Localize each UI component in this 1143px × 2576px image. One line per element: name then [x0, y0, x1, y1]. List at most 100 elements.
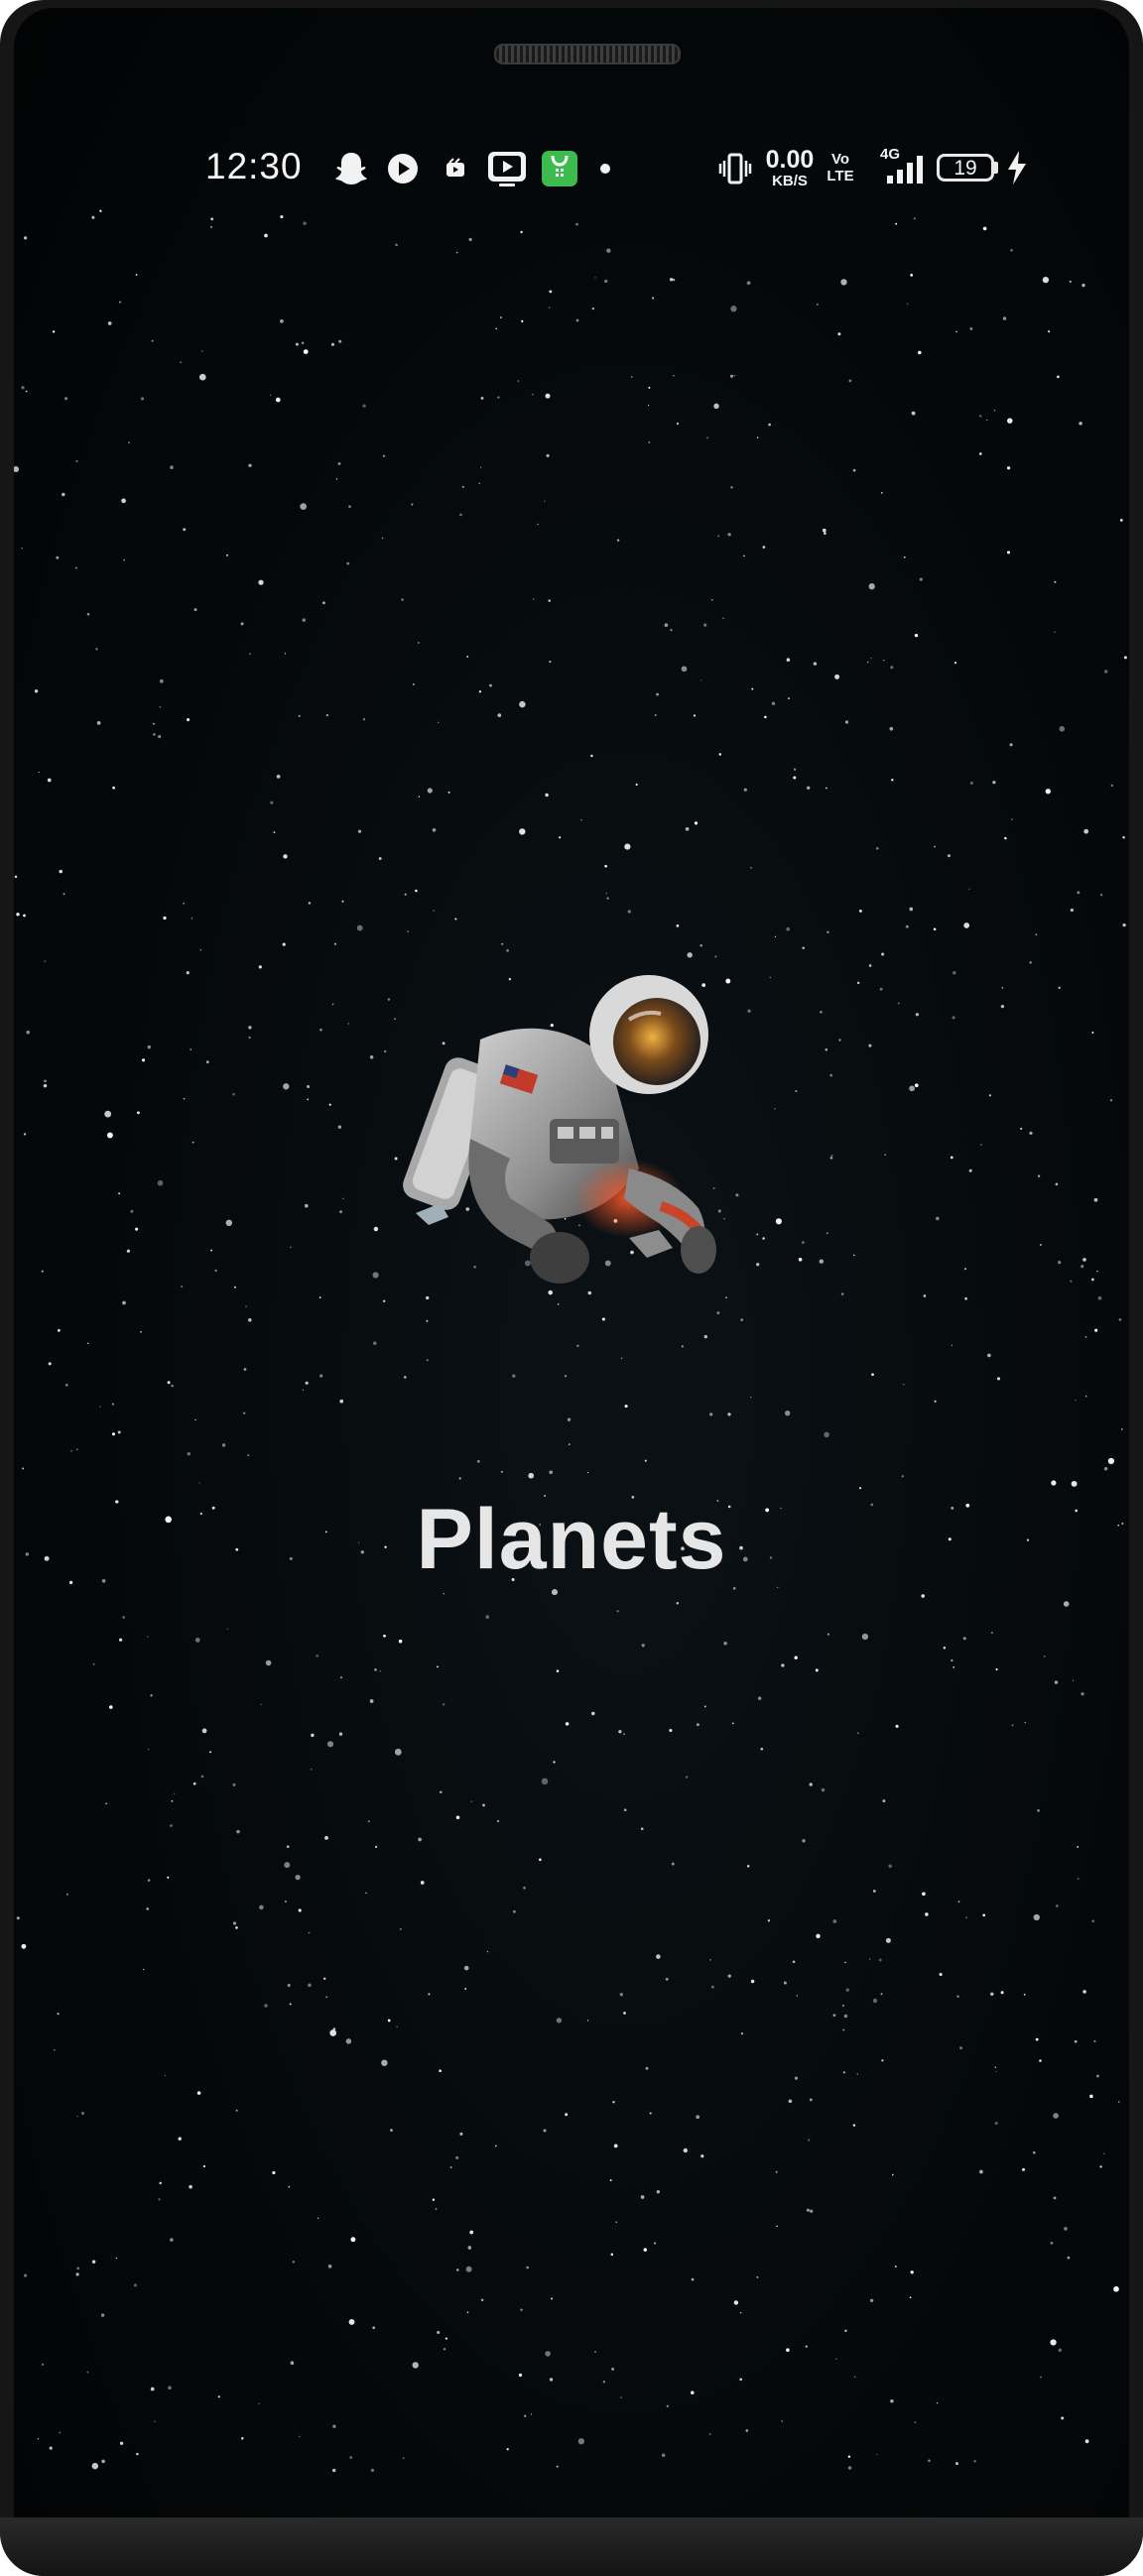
- star: [1020, 1127, 1023, 1130]
- star: [653, 2242, 657, 2245]
- star: [524, 2414, 527, 2417]
- star: [826, 787, 827, 790]
- star: [270, 800, 274, 804]
- star: [413, 683, 415, 685]
- star: [404, 893, 407, 896]
- star: [950, 1156, 953, 1160]
- star: [104, 1110, 112, 1118]
- star: [910, 274, 914, 277]
- star: [111, 1432, 116, 1436]
- star: [95, 648, 98, 651]
- star: [703, 1334, 707, 1339]
- star: [1082, 1258, 1086, 1262]
- star: [915, 1013, 920, 1017]
- star: [951, 1658, 953, 1662]
- star: [59, 2431, 62, 2434]
- star: [454, 918, 457, 920]
- star: [404, 1376, 407, 1379]
- star: [953, 662, 957, 665]
- star: [235, 1926, 238, 1929]
- play-circle-icon: [388, 154, 418, 184]
- star: [332, 2468, 336, 2473]
- star: [319, 1374, 323, 1378]
- star: [74, 566, 77, 569]
- star: [325, 1996, 327, 1999]
- star: [1059, 726, 1066, 732]
- star: [681, 666, 688, 673]
- star: [661, 2453, 666, 2457]
- star: [1039, 1243, 1042, 1247]
- star: [911, 411, 916, 416]
- star: [848, 379, 852, 383]
- star: [764, 715, 767, 719]
- star: [994, 2066, 996, 2068]
- star: [845, 1988, 849, 1992]
- dot-icon: [600, 164, 610, 174]
- star: [676, 924, 680, 927]
- star: [681, 1345, 684, 1348]
- star: [401, 598, 404, 601]
- star: [551, 1589, 559, 1596]
- star: [1085, 1396, 1087, 1398]
- star: [1058, 1261, 1062, 1265]
- star: [44, 1079, 47, 1083]
- star: [170, 465, 174, 470]
- star: [495, 327, 498, 330]
- star: [909, 2296, 912, 2299]
- star: [202, 2164, 205, 2168]
- star: [1054, 580, 1057, 583]
- star: [973, 2460, 976, 2463]
- volte-top-label: Vo: [830, 151, 850, 168]
- star: [708, 2433, 711, 2435]
- star: [890, 2398, 894, 2403]
- star: [283, 854, 288, 859]
- star: [870, 657, 872, 660]
- star: [775, 2170, 778, 2173]
- star: [348, 505, 351, 509]
- star: [963, 922, 970, 928]
- star: [1045, 789, 1051, 795]
- star: [802, 1241, 805, 1244]
- star: [1109, 1099, 1113, 1102]
- star: [996, 1377, 1001, 1381]
- star: [796, 1995, 798, 1997]
- star: [1029, 1131, 1033, 1136]
- star: [240, 622, 244, 626]
- star: [897, 1002, 900, 1005]
- star: [292, 2261, 295, 2264]
- star: [576, 1344, 579, 1347]
- star: [478, 690, 482, 693]
- star: [243, 1368, 247, 1371]
- star: [260, 1703, 262, 1706]
- star: [91, 2462, 99, 2470]
- star: [75, 459, 78, 463]
- star: [645, 2066, 649, 2070]
- star: [700, 2154, 704, 2158]
- star: [387, 2019, 391, 2023]
- star: [623, 1733, 625, 1735]
- star: [170, 1824, 173, 1827]
- star: [119, 1638, 123, 1642]
- star: [273, 831, 276, 834]
- star: [1081, 283, 1085, 288]
- star: [119, 2441, 124, 2445]
- star: [123, 558, 125, 561]
- star: [362, 404, 366, 408]
- star: [245, 1305, 247, 1307]
- star: [21, 547, 23, 550]
- star: [1080, 1692, 1084, 1696]
- vibrate-icon: [718, 153, 752, 184]
- star: [656, 1954, 661, 1959]
- star: [817, 304, 819, 306]
- star: [757, 1696, 762, 1700]
- star: [640, 1827, 644, 1831]
- star: [919, 577, 923, 581]
- star: [943, 1647, 947, 1650]
- star: [553, 1761, 556, 1764]
- star: [994, 2122, 998, 2125]
- star: [1077, 1846, 1080, 1848]
- star: [163, 916, 167, 920]
- star: [624, 843, 631, 850]
- star: [623, 2012, 626, 2015]
- star: [586, 2020, 589, 2022]
